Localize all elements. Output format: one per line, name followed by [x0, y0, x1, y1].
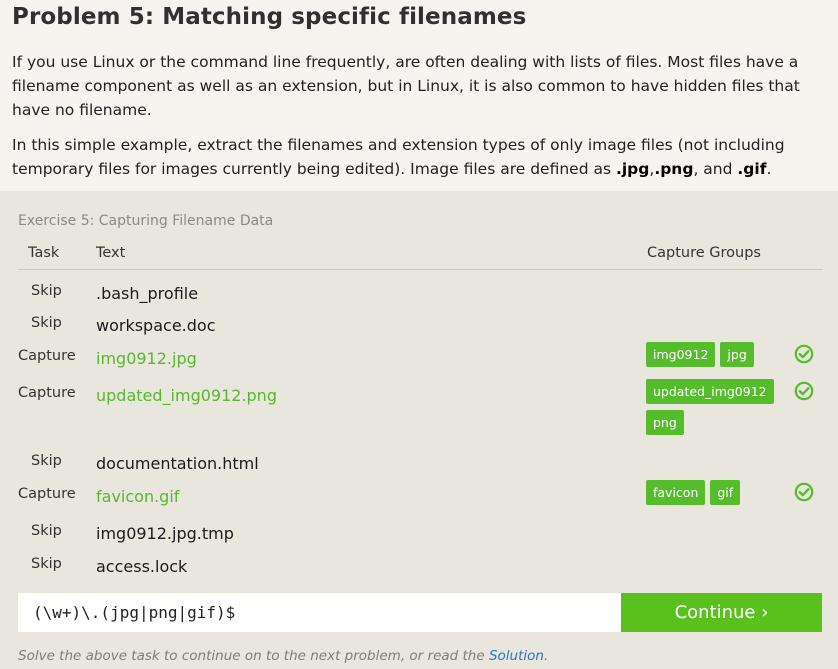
- ext-png: .png: [654, 160, 694, 178]
- solution-link[interactable]: Solution: [489, 648, 544, 664]
- intro-paragraph: If you use Linux or the command line fre…: [12, 53, 800, 119]
- row-task: Skip: [31, 315, 62, 331]
- row-text: favicon.gif: [96, 487, 180, 506]
- instructions-paragraph: In this simple example, extract the file…: [12, 133, 830, 181]
- sentence-period: .: [766, 160, 772, 178]
- row-text: img0912.jpg: [96, 349, 197, 368]
- capture-group-chip: favicon: [646, 480, 706, 505]
- footer-note: Solve the above task to continue on to t…: [18, 648, 548, 664]
- row-text: img0912.jpg.tmp: [96, 524, 234, 543]
- problem-header: Problem 5: Matching specific filenames I…: [0, 0, 838, 191]
- row-task: Skip: [31, 453, 62, 469]
- capture-group-chip: jpg: [720, 342, 754, 367]
- footer-note-text: Solve the above task to continue on to t…: [18, 648, 489, 664]
- row-text: documentation.html: [96, 454, 259, 473]
- and-text: , and: [693, 160, 738, 178]
- capture-group-chip: updated_img0912: [646, 379, 774, 404]
- row-task: Skip: [31, 523, 62, 539]
- ext-jpg: .jpg: [615, 160, 650, 178]
- capture-group-chip: gif: [710, 480, 741, 505]
- row-text: workspace.doc: [96, 316, 216, 335]
- row-text: access.lock: [96, 557, 188, 576]
- check-circle-icon: [794, 482, 814, 502]
- ext-gif: .gif: [737, 160, 767, 178]
- capture-group-chip: img0912: [646, 342, 716, 367]
- row-task: Capture: [18, 486, 76, 502]
- capture-groups: updated_img0912 png: [646, 379, 786, 435]
- capture-group-chip: png: [646, 410, 684, 435]
- capture-groups: favicon gif: [646, 480, 786, 505]
- header-text: Text: [96, 245, 126, 261]
- header-task: Task: [28, 245, 60, 261]
- row-text: .bash_profile: [96, 284, 199, 303]
- capture-groups: img0912 jpg: [646, 342, 786, 367]
- page-title: Problem 5: Matching specific filenames: [12, 4, 527, 30]
- row-task: Capture: [18, 348, 76, 364]
- continue-button[interactable]: Continue ›: [621, 593, 822, 632]
- header-capture-groups: Capture Groups: [647, 245, 761, 261]
- check-circle-icon: [794, 344, 814, 364]
- check-circle-icon: [794, 381, 814, 401]
- regex-input[interactable]: [18, 593, 621, 632]
- row-task: Skip: [31, 556, 62, 572]
- row-task: Capture: [18, 385, 76, 401]
- row-text: updated_img0912.png: [96, 386, 277, 405]
- header-divider: [18, 269, 823, 270]
- row-task: Skip: [31, 283, 62, 299]
- footer-note-end: .: [543, 648, 549, 664]
- exercise-title: Exercise 5: Capturing Filename Data: [18, 213, 274, 229]
